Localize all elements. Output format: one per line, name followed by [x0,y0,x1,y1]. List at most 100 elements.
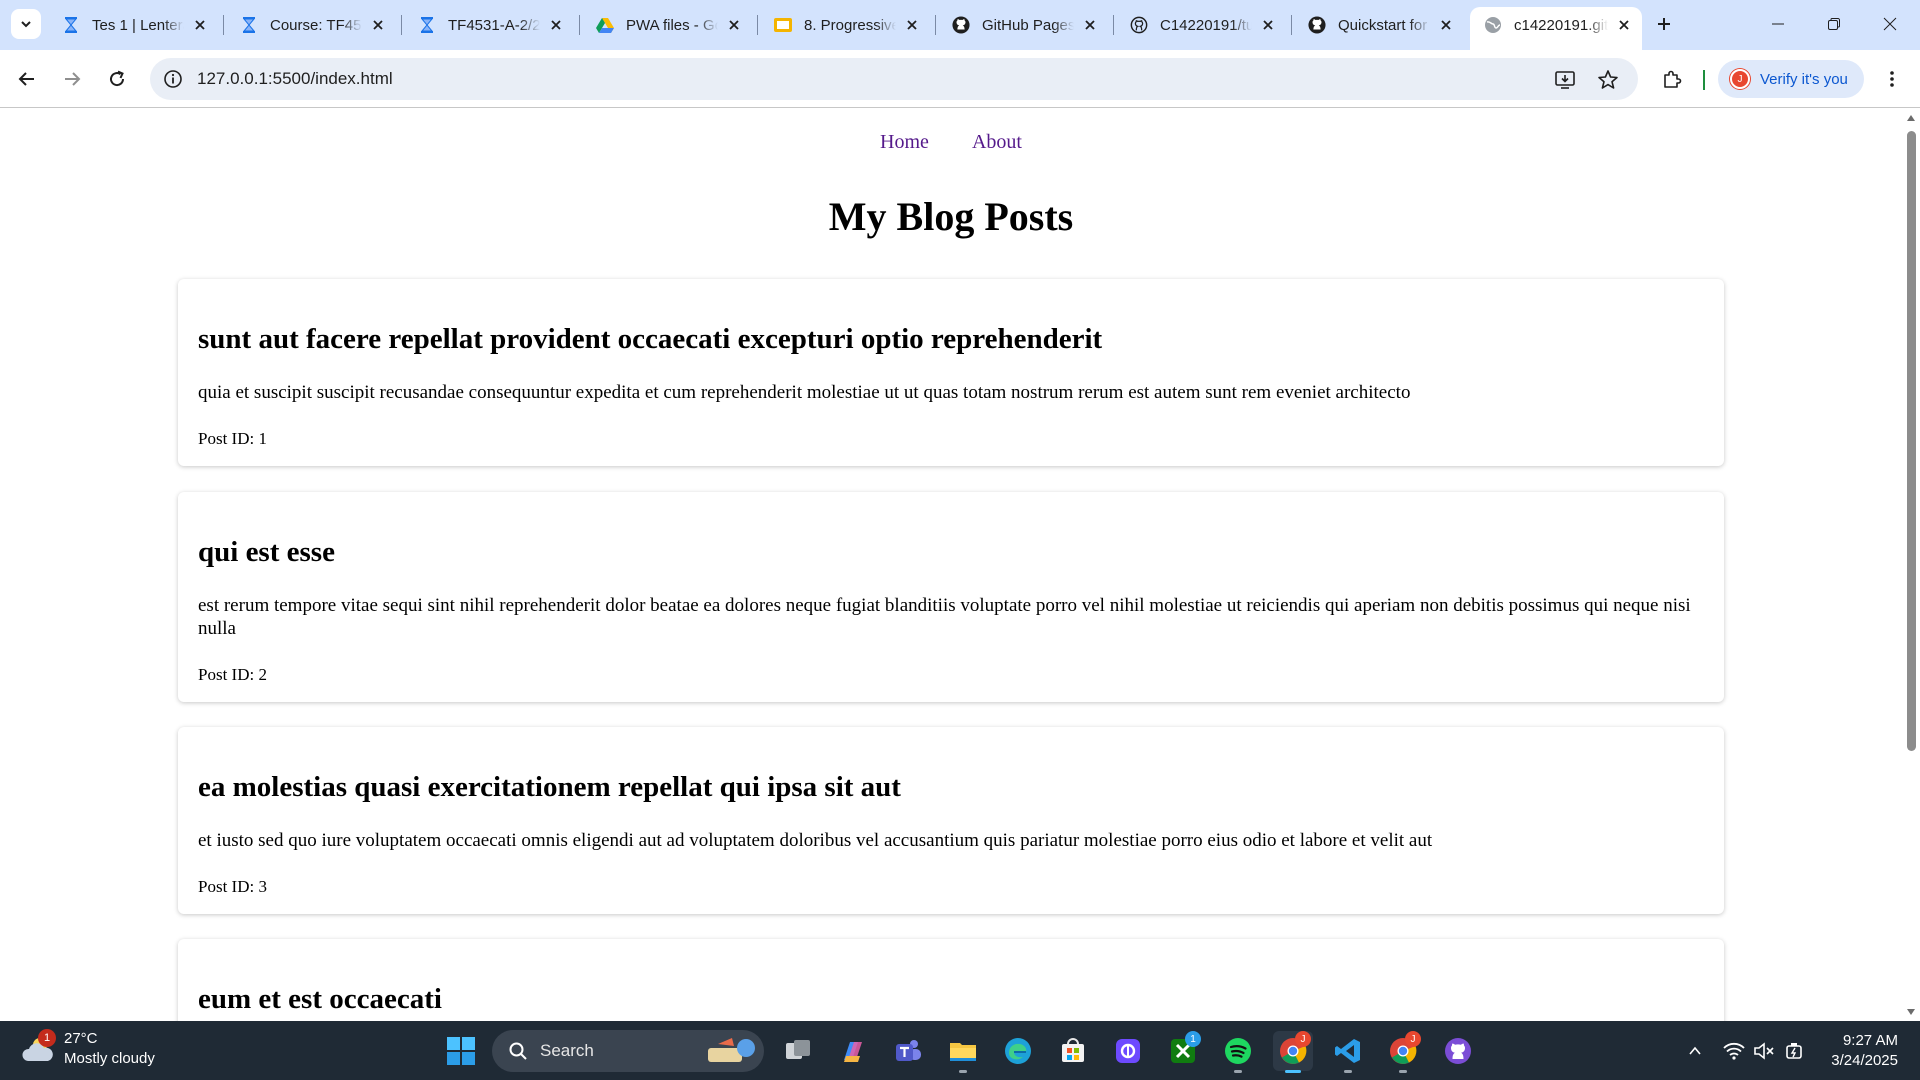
minimize-icon [1772,23,1784,25]
hourglass-icon [240,16,258,34]
weather-temp: 27°C [64,1030,98,1047]
close-window-button[interactable] [1862,0,1918,48]
verify-identity-button[interactable]: J Verify it's you [1718,60,1864,98]
weather-widget[interactable]: 1 27°C Mostly cloudy [20,1029,155,1069]
close-icon[interactable] [546,15,566,35]
post-title: ea molestias quasi exercitationem repell… [198,771,901,803]
tab-search-button[interactable] [11,9,41,39]
page-scrollbar[interactable] [1902,109,1920,1021]
browser-tab[interactable]: 8. Progressive Web Apps [760,7,930,43]
tab-title: Tes 1 | Lentera [92,16,184,34]
weather-desc: Mostly cloudy [64,1050,155,1067]
search-highlight-icon [708,1038,755,1062]
scrollbar-thumb[interactable] [1907,131,1916,751]
verify-label: Verify it's you [1760,70,1848,88]
minimize-button[interactable] [1750,0,1806,48]
edge-button[interactable] [998,1031,1038,1071]
scroll-up-icon[interactable] [1905,113,1917,123]
scroll-down-icon[interactable] [1905,1007,1917,1017]
github-desktop-icon [1445,1038,1471,1064]
chrome-profile-button[interactable]: J [1383,1031,1423,1073]
browser-tab-active[interactable]: c14220191.github.io [1470,7,1642,50]
bookmark-star-icon[interactable] [1596,68,1620,92]
file-explorer-button[interactable] [943,1031,983,1073]
browser-tab[interactable]: TF4531-A-2/2025 [404,7,574,43]
close-icon[interactable] [1258,15,1278,35]
tab-separator [1291,15,1292,35]
tab-title: c14220191.github.io [1514,16,1608,34]
new-tab-button[interactable] [1650,10,1678,38]
browser-tab[interactable]: Tes 1 | Lentera [48,7,218,43]
github-desktop-button[interactable] [1438,1031,1478,1071]
browser-menu-button[interactable] [1874,61,1910,97]
close-icon[interactable] [902,15,922,35]
teams-button[interactable] [888,1031,928,1071]
google-drive-icon [596,16,614,34]
weather-text: 27°C Mostly cloudy [64,1029,155,1069]
browser-tab[interactable]: GitHub Pages [938,7,1108,43]
volume-muted-icon [1754,1042,1774,1060]
copilot-button[interactable] [833,1031,873,1071]
close-icon [1883,17,1897,31]
edge-icon [1005,1038,1031,1064]
forward-button[interactable] [54,61,90,97]
extensions-button[interactable] [1654,61,1690,97]
close-icon[interactable] [190,15,210,35]
show-hidden-icons-button[interactable] [1683,1039,1707,1063]
close-icon[interactable] [724,15,744,35]
tab-title: GitHub Pages [982,16,1074,34]
puzzle-icon [1664,70,1682,88]
address-bar[interactable]: 127.0.0.1:5500/index.html [150,58,1638,100]
close-icon[interactable] [1614,15,1634,35]
cloud-icon: 1 [20,1029,56,1067]
chrome-button[interactable]: J [1273,1031,1313,1073]
close-icon[interactable] [1436,15,1456,35]
post-card: sunt aut facere repellat provident occae… [178,279,1724,466]
browser-tab[interactable]: PWA files - Google Drive [582,7,752,43]
restore-button[interactable] [1806,0,1862,48]
spotify-button[interactable] [1218,1031,1258,1073]
post-body: est rerum tempore vitae sequi sint nihil… [198,595,1691,639]
arrow-left-icon [18,72,34,86]
post-title: sunt aut facere repellat provident occae… [198,323,1103,355]
start-button[interactable] [441,1031,481,1071]
wifi-status[interactable] [1722,1039,1746,1063]
wifi-icon [1723,1042,1745,1060]
site-info-icon[interactable] [160,66,186,92]
avatar: J [1730,69,1750,89]
tab-separator [935,15,936,35]
plus-icon [1658,18,1670,30]
nav-link-about[interactable]: About [972,131,1022,153]
clock-time: 9:27 AM [1842,1032,1898,1049]
taskbar-search[interactable]: Search [492,1030,764,1072]
reload-button[interactable] [99,61,135,97]
task-view-icon [786,1040,810,1059]
browser-tab[interactable]: Quickstart for GitHub Pages [1294,7,1464,43]
tab-separator [401,15,402,35]
weather-badge: 1 [38,1029,56,1047]
windows-taskbar: 1 27°C Mostly cloudy Search 1 J J 9:27 A… [0,1021,1920,1080]
tab-separator [579,15,580,35]
close-icon[interactable] [368,15,388,35]
close-icon[interactable] [1080,15,1100,35]
search-icon [509,1042,527,1060]
url-text[interactable]: 127.0.0.1:5500/index.html [197,69,393,89]
volume-status[interactable] [1752,1039,1776,1063]
tab-title: C14220191/tugas [1160,16,1252,34]
microsoft-store-button[interactable] [1053,1031,1093,1071]
clock-date: 3/24/2025 [1831,1052,1898,1069]
browser-tab[interactable]: C14220191/tugas [1116,7,1286,43]
post-id: Post ID: 3 [198,877,267,896]
proton-button[interactable] [1108,1031,1148,1071]
post-id: Post ID: 2 [198,665,267,684]
system-clock[interactable]: 9:27 AM 3/24/2025 [1818,1031,1898,1071]
back-button[interactable] [9,61,45,97]
vscode-button[interactable] [1328,1031,1368,1073]
install-app-icon[interactable] [1553,68,1577,92]
post-body: quia et suscipit suscipit recusandae con… [198,382,1411,403]
nav-link-home[interactable]: Home [880,131,929,153]
browser-tab[interactable]: Course: TF4531 [226,7,396,43]
battery-status[interactable] [1782,1039,1806,1063]
xbox-button[interactable]: 1 [1163,1031,1203,1071]
task-view-button[interactable] [778,1031,818,1071]
